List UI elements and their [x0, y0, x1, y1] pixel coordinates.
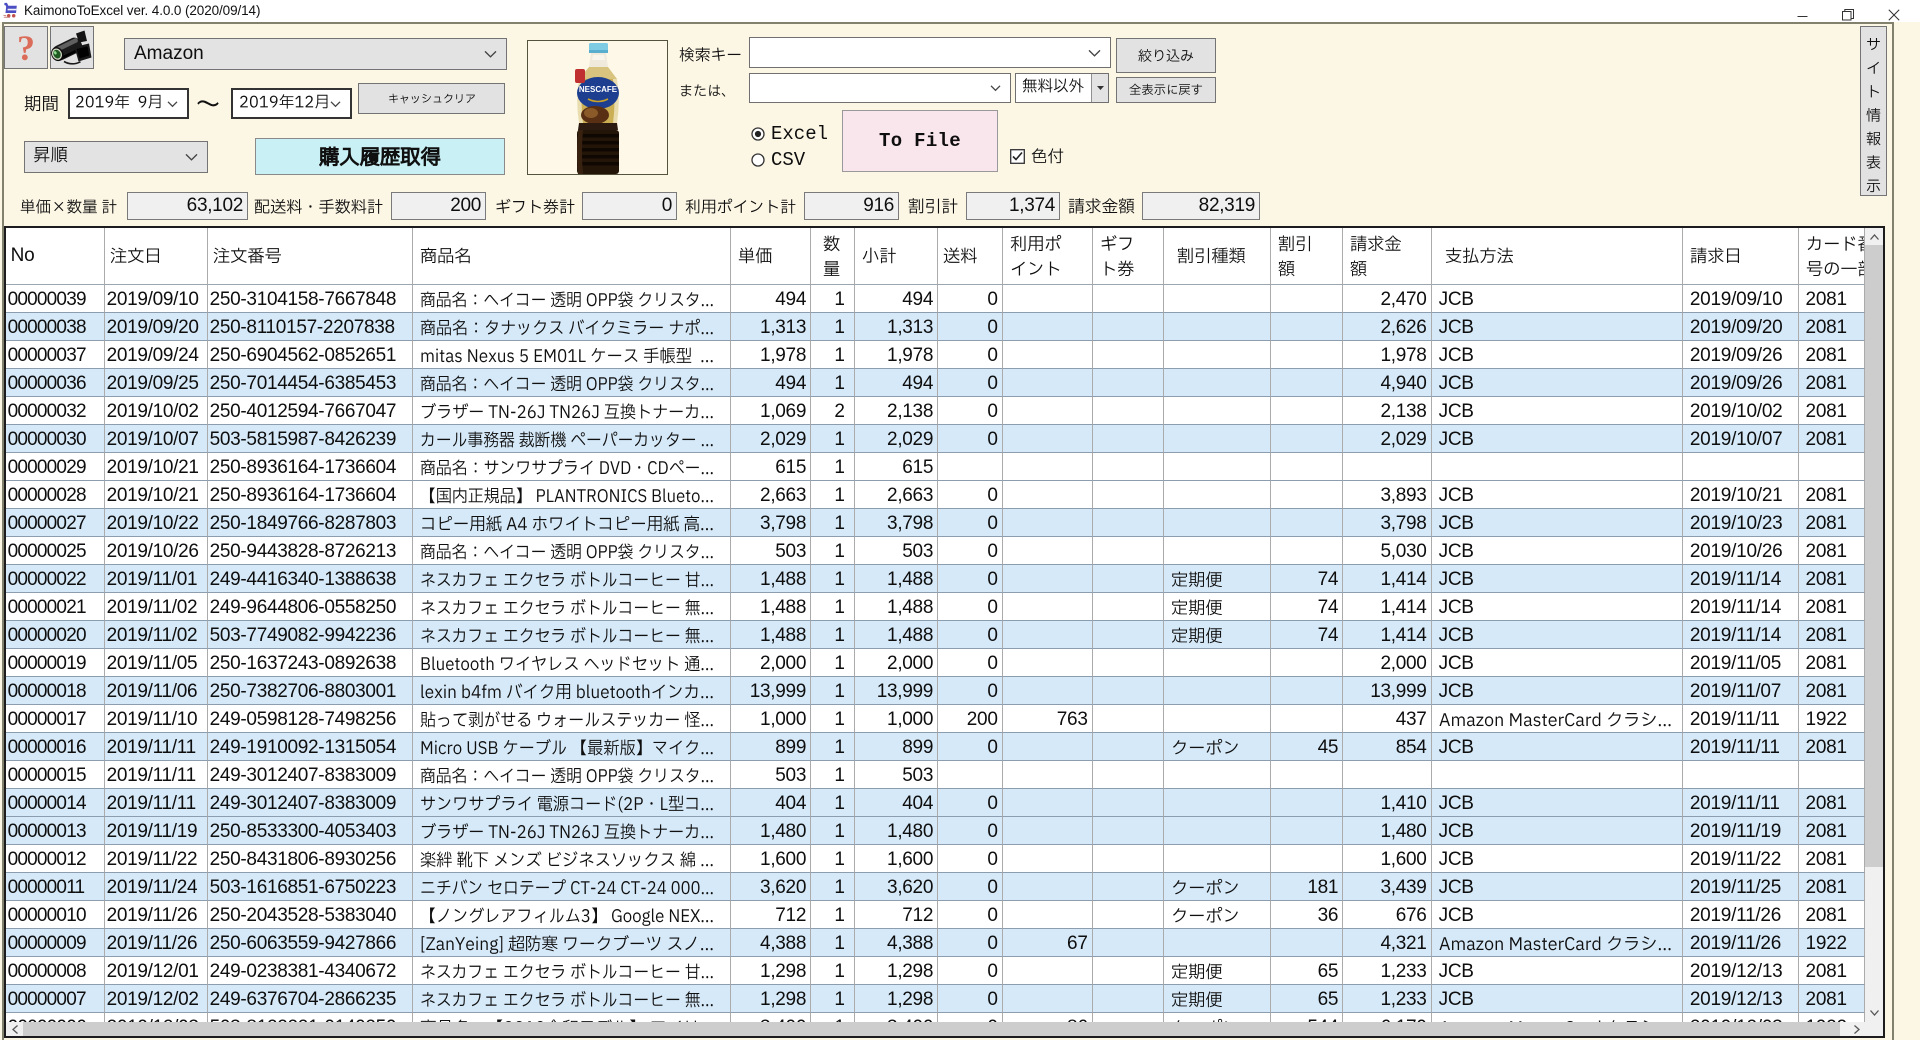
svg-text:NESCAFE: NESCAFE — [579, 85, 618, 94]
